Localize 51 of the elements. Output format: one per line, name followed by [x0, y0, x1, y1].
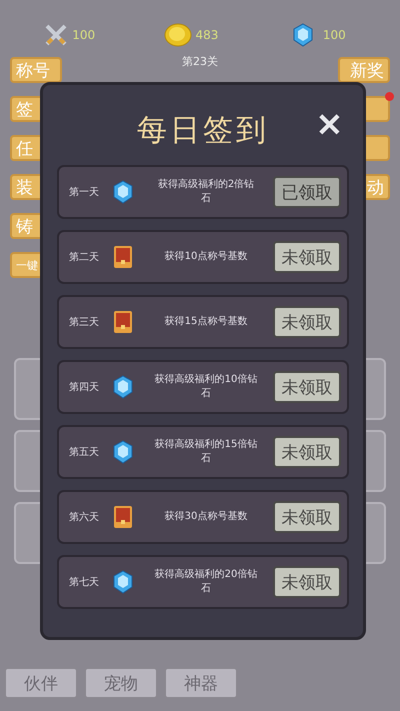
level-label: 第23关	[181, 54, 219, 69]
side-button-label: 签	[16, 98, 33, 120]
side-button-label: 铸	[16, 216, 33, 238]
reward-text: 获得30点称号基数	[164, 510, 248, 524]
side-button[interactable]: 新奖	[338, 57, 390, 83]
day-label: 第三天	[69, 316, 100, 329]
claim-button[interactable]: 未领取	[273, 501, 341, 533]
side-button[interactable]: 称号	[10, 57, 62, 83]
side-button-label: 一键	[16, 258, 38, 272]
gem-icon	[292, 23, 313, 47]
day-label: 第六天	[69, 510, 100, 524]
dialog-title: 每日签到	[137, 112, 269, 150]
stat-value: 483	[196, 28, 218, 42]
side-button-label: 新奖	[350, 60, 384, 82]
stat-value: 100	[72, 28, 96, 42]
side-button-label: 装	[16, 176, 33, 198]
gem-icon	[113, 440, 133, 464]
bottom-tab[interactable]: 宠物	[84, 667, 158, 699]
day-label: 第四天	[69, 381, 100, 394]
day-label: 第七天	[69, 576, 100, 589]
day-label: 第五天	[69, 446, 100, 459]
chest-icon	[113, 310, 133, 334]
bottom-tab[interactable]: 神器	[164, 667, 238, 699]
side-button-label: 动	[367, 176, 384, 198]
stat-value: 100	[322, 28, 346, 42]
notification-dot	[385, 92, 394, 101]
bottom-tab[interactable]: 伙伴	[4, 667, 78, 699]
reward-text: 获得高级福利的2倍钻石	[156, 178, 256, 206]
claim-button[interactable]: 未领取	[273, 306, 341, 338]
claim-button[interactable]: 未领取	[273, 241, 341, 273]
reward-text: 获得高级福利的20倍钻石	[154, 568, 258, 596]
reward-text: 获得高级福利的10倍钻石	[154, 373, 258, 401]
claim-button[interactable]: 未领取	[273, 371, 341, 403]
coin-icon	[164, 23, 192, 47]
reward-text: 获得10点称号基数	[164, 250, 248, 264]
claim-button[interactable]: 已领取	[273, 176, 341, 208]
close-button[interactable]: ✕	[316, 109, 343, 141]
gem-icon	[113, 570, 133, 594]
chest-icon	[113, 245, 133, 269]
claim-button[interactable]: 未领取	[273, 566, 341, 598]
gem-icon	[113, 375, 133, 399]
reward-text: 获得15点称号基数	[164, 315, 248, 329]
side-button-label: 称号	[16, 60, 50, 82]
claim-button[interactable]: 未领取	[273, 436, 341, 468]
side-button-label: 任	[16, 138, 33, 160]
crossed-swords-icon	[44, 23, 68, 47]
gem-icon	[113, 180, 133, 204]
reward-text: 获得高级福利的15倍钻石	[154, 438, 258, 466]
day-label: 第二天	[69, 251, 100, 264]
chest-icon	[113, 505, 133, 529]
day-label: 第一天	[69, 186, 100, 199]
